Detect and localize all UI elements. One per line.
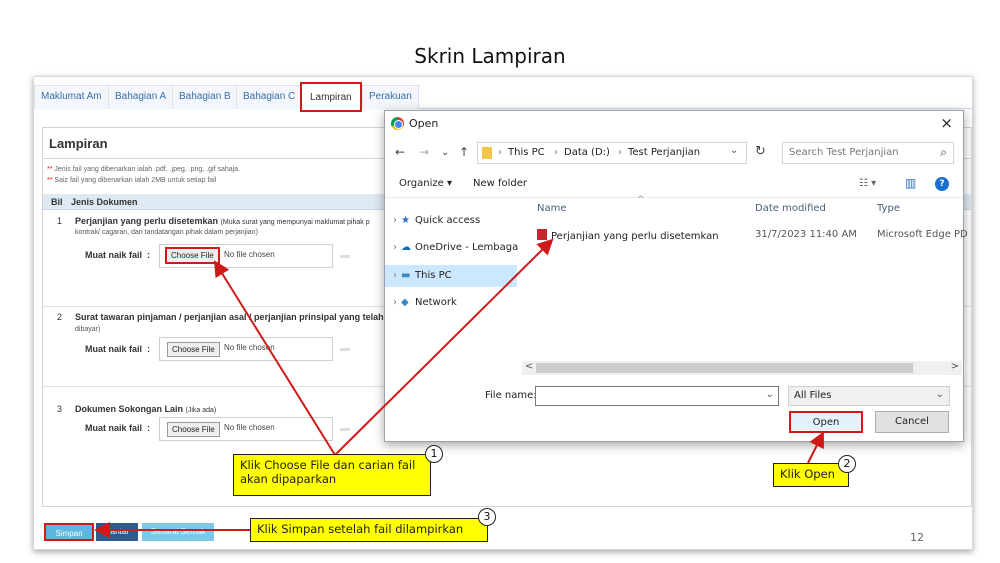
annotation-arrows <box>94 238 824 538</box>
callout-simpan: Klik Simpan setelah fail dilampirkan <box>250 518 488 542</box>
callout-choose-file: Klik Choose File dan carian fail akan di… <box>233 454 431 496</box>
step-1-badge: 1 <box>425 445 443 463</box>
arrow-to-file-item <box>334 238 554 456</box>
step-2-badge: 2 <box>838 455 856 473</box>
arrow-to-choose-file <box>213 260 336 456</box>
step-3-badge: 3 <box>478 508 496 526</box>
arrow-to-open-button <box>807 431 824 464</box>
